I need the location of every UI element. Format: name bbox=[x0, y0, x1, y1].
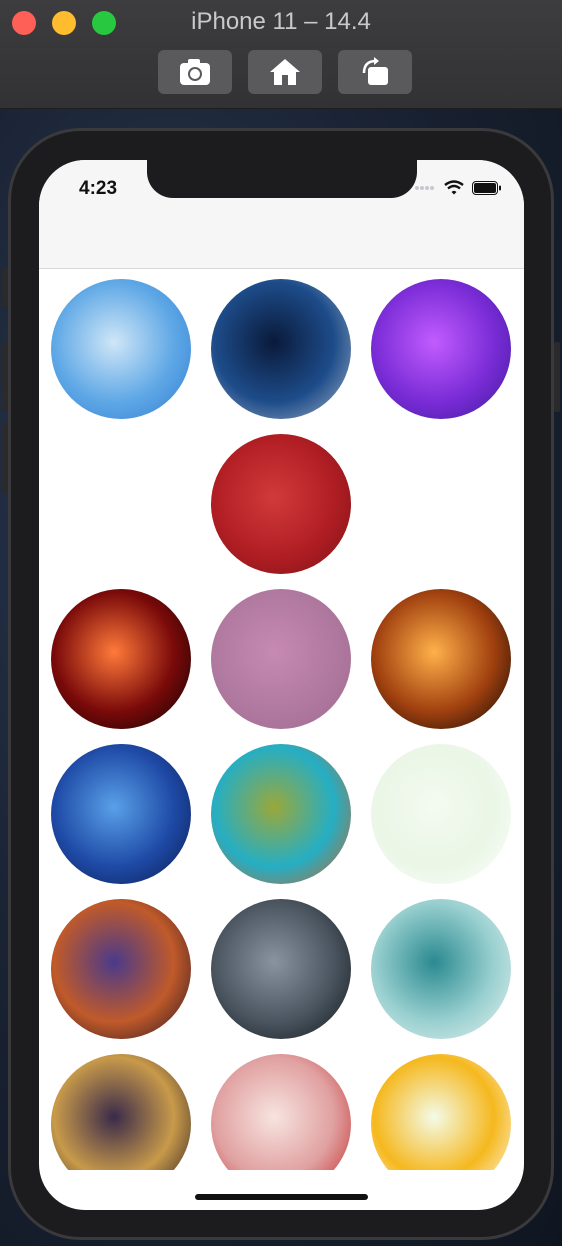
grid-item-easter-eggs[interactable] bbox=[371, 744, 511, 884]
grid-item-red-sparkle[interactable] bbox=[51, 589, 191, 729]
grid-item-city-night-highway[interactable] bbox=[211, 279, 351, 419]
rotate-button[interactable] bbox=[338, 50, 412, 94]
rotate-icon bbox=[362, 57, 388, 85]
grid-item-city-skyline-night[interactable] bbox=[51, 899, 191, 1039]
wifi-icon bbox=[444, 180, 464, 195]
home-icon bbox=[270, 59, 300, 85]
phone-screen: 4:23 bbox=[39, 160, 524, 1210]
sticker-grid bbox=[39, 268, 524, 1170]
grid-item-fire-explosion[interactable] bbox=[371, 589, 511, 729]
grid-item-waterfall[interactable] bbox=[371, 899, 511, 1039]
grid-item-rose-hearts[interactable] bbox=[211, 589, 351, 729]
side-power-button bbox=[554, 342, 560, 412]
window-title: iPhone 11 – 14.4 bbox=[191, 8, 371, 35]
signal-icon bbox=[415, 185, 434, 190]
grid-item-blue-nebula[interactable] bbox=[51, 744, 191, 884]
grid-item-running-man-silhouette[interactable] bbox=[211, 744, 351, 884]
screenshot-button[interactable] bbox=[158, 50, 232, 94]
simulator-titlebar: iPhone 11 – 14.4 bbox=[0, 0, 562, 109]
grid-item-purple-bokeh[interactable] bbox=[371, 279, 511, 419]
grid-item-red-petals-blur[interactable] bbox=[211, 1054, 351, 1170]
camera-icon bbox=[180, 59, 210, 85]
status-icons bbox=[414, 180, 502, 195]
grid-item-eiffel-tower-night[interactable] bbox=[51, 1054, 191, 1170]
status-time: 4:23 bbox=[79, 178, 118, 199]
home-indicator[interactable] bbox=[195, 1194, 368, 1200]
grid-item-milky-way-trees[interactable] bbox=[211, 899, 351, 1039]
grid-item-snow-branches[interactable] bbox=[51, 279, 191, 419]
grid-item-goldfish[interactable] bbox=[51, 434, 191, 574]
grid-item-dachshund-dog[interactable] bbox=[371, 434, 511, 574]
home-button[interactable] bbox=[248, 50, 322, 94]
notch bbox=[147, 160, 417, 198]
grid-item-red-parrot[interactable] bbox=[211, 434, 351, 574]
battery-icon bbox=[472, 180, 501, 195]
grid-item-smiling-yellow-capsule[interactable] bbox=[371, 1054, 511, 1170]
